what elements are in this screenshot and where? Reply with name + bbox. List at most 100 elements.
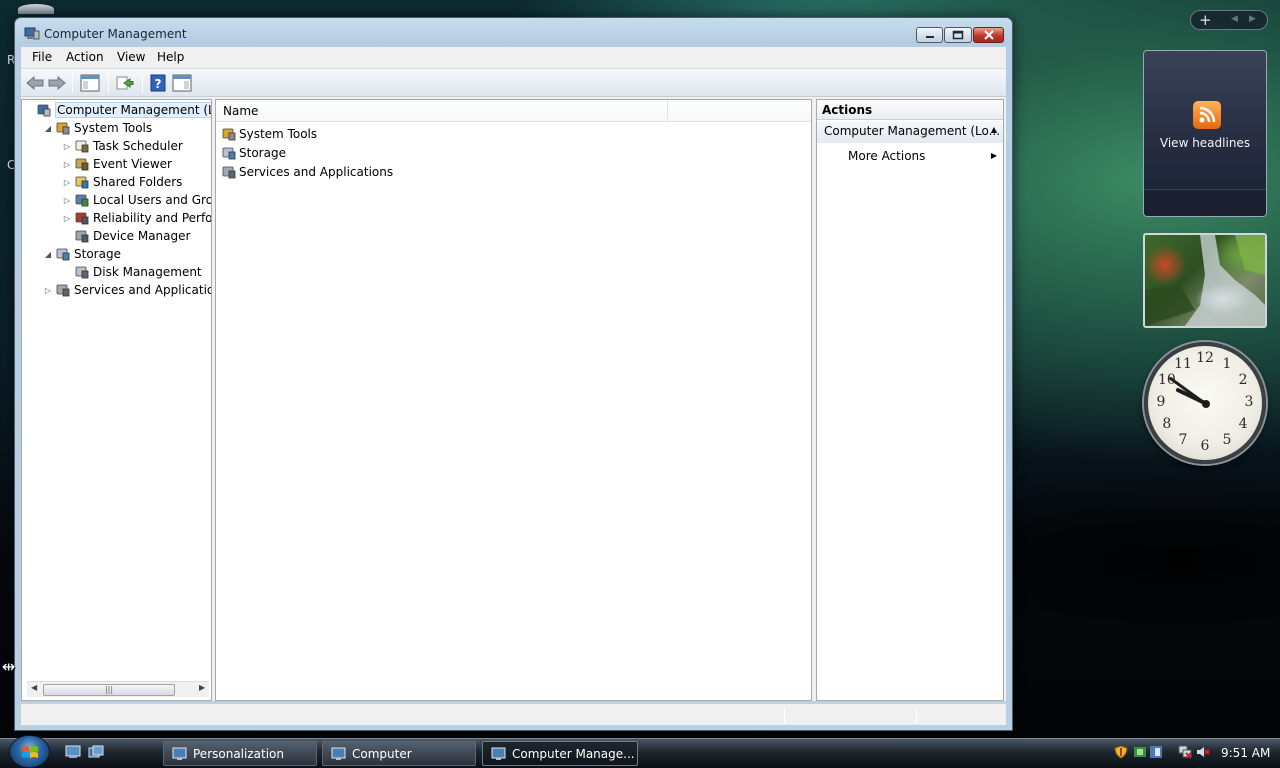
column-divider[interactable]	[667, 100, 668, 122]
list-item[interactable]: Services and Applications	[221, 163, 393, 181]
feed-headlines-gadget[interactable]: View headlines	[1143, 50, 1267, 217]
svg-text:?: ?	[155, 77, 162, 91]
shared-folder-icon	[75, 176, 89, 189]
taskbar-button-label: Computer Manage...	[512, 746, 635, 761]
next-page-icon[interactable]: ▶	[1249, 14, 1256, 24]
computer-management-icon	[491, 747, 506, 760]
actions-group-title: Computer Management (Lo...	[824, 124, 1001, 138]
scrollbar-thumb[interactable]: |||	[43, 684, 175, 696]
collapse-arrow-icon[interactable]: ◢	[43, 250, 53, 259]
tree-item[interactable]: ▷ Shared Folders	[62, 173, 182, 191]
tree-item-label: Storage	[74, 247, 121, 261]
tree-item-label: Services and Applications	[74, 283, 211, 297]
disk-icon	[75, 266, 89, 279]
column-header-name[interactable]: Name	[223, 104, 258, 118]
tree-item[interactable]: Disk Management	[62, 263, 202, 281]
list-header: Name	[216, 100, 811, 122]
recycle-bin-icon[interactable]	[18, 4, 54, 14]
expand-arrow-icon[interactable]: ▷	[62, 178, 72, 187]
list-item-label: Storage	[239, 146, 286, 160]
menu-view[interactable]: View	[117, 50, 145, 64]
menu-file[interactable]: File	[32, 50, 52, 64]
show-desktop-icon[interactable]	[65, 745, 81, 759]
security-shield-icon[interactable]	[1114, 745, 1128, 759]
tree-item[interactable]: ◢ System Tools	[43, 119, 152, 137]
show-hide-console-tree-button[interactable]	[78, 72, 102, 94]
tree-item[interactable]: ▷ Reliability and Performa	[62, 209, 212, 227]
add-gadget-icon[interactable]: +	[1199, 11, 1212, 30]
clock-number: 4	[1238, 416, 1248, 432]
taskbar-button[interactable]: Personalization	[163, 741, 317, 766]
taskbar-button[interactable]: Computer	[322, 741, 476, 766]
actions-group-header[interactable]: Computer Management (Lo... ▲	[817, 121, 1003, 143]
expand-arrow-icon[interactable]: ▷	[62, 160, 72, 169]
tree-horizontal-scrollbar[interactable]: ◀ ||| ▶	[27, 681, 209, 697]
help-button[interactable]: ?	[148, 72, 168, 94]
tree-item[interactable]: ◢ Storage	[43, 245, 121, 263]
windows-logo-icon	[22, 746, 38, 758]
start-button[interactable]	[9, 735, 50, 768]
results-list[interactable]: Name System Tools Storage Services and App…	[215, 99, 812, 701]
tree-item-label: Event Viewer	[93, 157, 172, 171]
tree-item[interactable]: ▷ Local Users and Groups	[62, 191, 211, 209]
previous-page-icon[interactable]: ◀	[1231, 14, 1238, 24]
toolbar-separator	[108, 73, 109, 93]
clock-number: 9	[1156, 394, 1166, 410]
clock-icon	[75, 140, 89, 153]
help-icon: ?	[150, 74, 166, 92]
windows-update-icon[interactable]	[1133, 745, 1147, 759]
users-icon	[75, 194, 89, 207]
computer-icon	[331, 747, 346, 760]
window-title: Computer Management	[44, 27, 187, 41]
show-hide-action-pane-button[interactable]	[170, 72, 194, 94]
volume-muted-icon[interactable]	[1196, 745, 1210, 759]
taskbar-button[interactable]: Computer Manage...	[482, 741, 638, 766]
tree-item[interactable]: ▷ Services and Applications	[43, 281, 211, 299]
collapse-icon[interactable]: ▲	[991, 125, 997, 134]
console-tree[interactable]: Computer Management (Local◢System Tools▷…	[21, 99, 212, 701]
expand-arrow-icon[interactable]: ▷	[62, 214, 72, 223]
list-item[interactable]: System Tools	[221, 125, 317, 143]
clock-number: 5	[1222, 432, 1232, 449]
services-icon	[56, 284, 70, 297]
taskbar-button-label: Computer	[352, 746, 412, 761]
expand-arrow-icon[interactable]: ▷	[62, 142, 72, 151]
back-button[interactable]	[25, 72, 45, 94]
scroll-right-arrow-icon[interactable]: ▶	[199, 683, 205, 692]
client-area: Computer Management (Local◢System Tools▷…	[21, 97, 1006, 701]
sidebar-tray-icon[interactable]	[1149, 745, 1163, 759]
switch-windows-icon[interactable]	[88, 745, 104, 759]
notification-area: 9:51 AM	[1108, 740, 1280, 768]
taskbar-clock[interactable]: 9:51 AM	[1221, 746, 1270, 760]
clock-number: 11	[1174, 355, 1192, 372]
tree-item-label: Reliability and Performa	[93, 211, 212, 225]
actions-title: Actions	[822, 103, 873, 117]
title-bar[interactable]: Computer Management	[15, 18, 1012, 48]
export-list-button[interactable]	[114, 72, 136, 94]
clock-number: 1	[1222, 355, 1232, 372]
scroll-left-arrow-icon[interactable]: ◀	[31, 683, 37, 692]
clock-number: 7	[1178, 432, 1188, 449]
view-headlines-label[interactable]: View headlines	[1144, 136, 1266, 150]
maximize-button[interactable]	[944, 27, 972, 43]
collapse-arrow-icon[interactable]: ◢	[43, 124, 53, 133]
tree-item[interactable]: Device Manager	[62, 227, 190, 245]
list-item[interactable]: Storage	[221, 144, 286, 162]
slideshow-gadget[interactable]	[1143, 233, 1267, 328]
expand-arrow-icon[interactable]: ▷	[62, 196, 72, 205]
menu-help[interactable]: Help	[157, 50, 184, 64]
tree-item[interactable]: ▷ Event Viewer	[62, 155, 172, 173]
more-actions-item[interactable]: More Actions	[848, 149, 925, 163]
clock-gadget[interactable]: 12 1 2 3 4 5 6 7 8 9 10 11	[1144, 342, 1266, 464]
forward-button[interactable]	[47, 72, 67, 94]
tree-item[interactable]: Computer Management (Local	[24, 101, 211, 119]
menu-action[interactable]: Action	[66, 50, 104, 64]
tree-item-label: System Tools	[74, 121, 153, 135]
expand-arrow-icon[interactable]: ▷	[43, 286, 53, 295]
tree-item[interactable]: ▷ Task Scheduler	[62, 137, 183, 155]
network-disconnected-icon[interactable]	[1178, 745, 1192, 759]
list-item-label: Services and Applications	[239, 165, 394, 179]
tree-item-label: Disk Management	[93, 265, 202, 279]
close-button[interactable]	[973, 27, 1004, 43]
minimize-button[interactable]	[916, 27, 943, 43]
